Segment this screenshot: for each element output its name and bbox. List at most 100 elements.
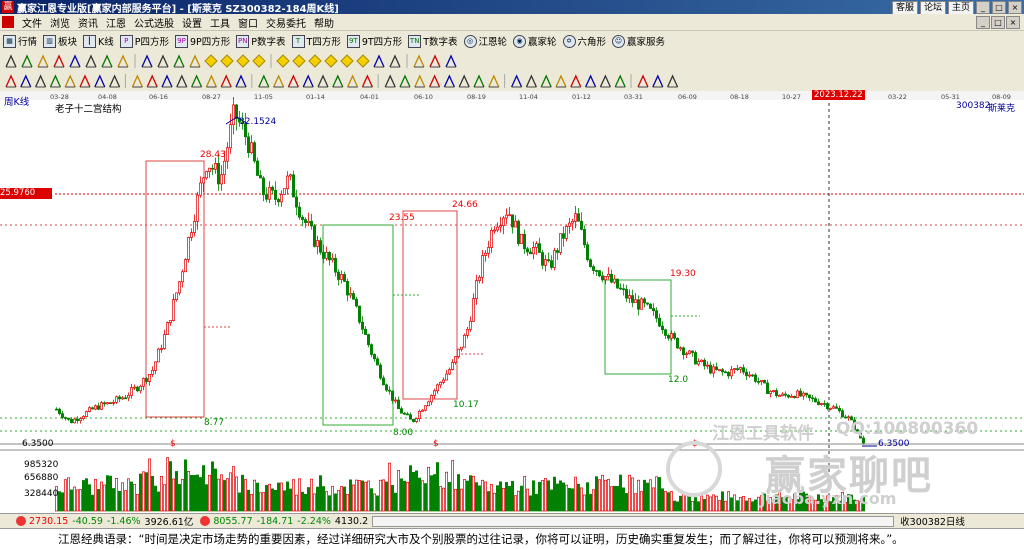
menu-help[interactable]: 帮助 bbox=[310, 15, 338, 30]
child-restore-button[interactable]: □ bbox=[991, 16, 1005, 29]
candle-body bbox=[214, 163, 217, 170]
link-kefu[interactable]: 客服 bbox=[891, 1, 918, 15]
candle-body bbox=[100, 402, 103, 410]
volume-bar bbox=[253, 479, 256, 512]
volume-bar bbox=[511, 480, 514, 512]
candle-body bbox=[607, 274, 610, 277]
volume-bar bbox=[316, 486, 319, 512]
volume-bar bbox=[712, 494, 715, 512]
menu-trade[interactable]: 交易委托 bbox=[262, 15, 310, 30]
volume-bar bbox=[517, 490, 520, 512]
volume-bar bbox=[646, 482, 649, 512]
volume-bar bbox=[601, 474, 604, 512]
candle-body bbox=[343, 274, 346, 282]
candle-body bbox=[61, 413, 64, 418]
draw-tool-icon bbox=[361, 74, 373, 88]
volume-bar bbox=[364, 481, 367, 512]
tool-t-square[interactable]: T T四方形 bbox=[289, 34, 344, 48]
draw-tool-icon bbox=[69, 54, 81, 68]
date-tick: 10-27 bbox=[782, 93, 801, 101]
child-window-buttons: _ □ × bbox=[976, 16, 1020, 29]
diamond-tool-icon bbox=[276, 54, 290, 68]
child-close-button[interactable]: × bbox=[1006, 16, 1020, 29]
tool-quote-label: 行情 bbox=[18, 37, 38, 48]
close-button[interactable]: × bbox=[1008, 1, 1022, 14]
drawing-tools-row-2[interactable] bbox=[0, 71, 1024, 91]
candle-body bbox=[793, 395, 796, 398]
tool-9p-square[interactable]: 9P 9P四方形 bbox=[172, 34, 233, 48]
volume-bar bbox=[379, 479, 382, 512]
volume-bar bbox=[112, 488, 115, 512]
drawing-tools-row-1[interactable] bbox=[0, 51, 1024, 71]
candle-body bbox=[769, 391, 772, 394]
volume-bar bbox=[166, 457, 169, 512]
volume-bar bbox=[748, 498, 751, 512]
draw-tool-icon bbox=[20, 74, 32, 88]
volume-bar bbox=[514, 495, 517, 512]
horizontal-scrollbar[interactable] bbox=[372, 515, 895, 527]
draw-tool-icon bbox=[85, 54, 97, 68]
candle-body bbox=[751, 374, 754, 377]
candle-body bbox=[466, 328, 469, 336]
maximize-button[interactable]: □ bbox=[992, 1, 1006, 14]
sz-index[interactable]: 8055.77 bbox=[213, 516, 252, 527]
candle-body bbox=[658, 317, 661, 327]
link-zhuye[interactable]: 主页 bbox=[947, 1, 974, 15]
date-tick: 08-09 bbox=[992, 93, 1011, 101]
sh-index[interactable]: 2730.15 bbox=[29, 516, 68, 527]
volume-bar bbox=[688, 496, 691, 512]
candle-body bbox=[544, 259, 547, 266]
menu-formula[interactable]: 公式选股 bbox=[130, 15, 178, 30]
candle-body bbox=[409, 414, 412, 420]
tool-p-square[interactable]: P P四方形 bbox=[117, 34, 172, 48]
menu-tools[interactable]: 工具 bbox=[206, 15, 234, 30]
candle-body bbox=[553, 250, 556, 268]
menu-file[interactable]: 文件 bbox=[18, 15, 46, 30]
label-8-77: 8.77 bbox=[204, 418, 225, 428]
tool-t-table[interactable]: TN T数字表 bbox=[405, 34, 460, 48]
volume-bar bbox=[727, 491, 730, 512]
menu-settings[interactable]: 设置 bbox=[178, 15, 206, 30]
candle-body bbox=[484, 252, 487, 256]
volume-bar bbox=[718, 500, 721, 512]
menu-news[interactable]: 资讯 bbox=[74, 15, 102, 30]
tool-kline[interactable]: ┃ K线 bbox=[80, 34, 117, 48]
volume-bar bbox=[415, 470, 418, 512]
volume-bar bbox=[109, 475, 112, 512]
kline-chart-panel[interactable]: 03-28 04-08 06-16 08-27 11-05 01-14 04-01 06-10… bbox=[0, 90, 1024, 512]
volume-bar bbox=[544, 478, 547, 512]
tool-sector[interactable]: ▥ 板块 bbox=[40, 34, 80, 48]
tool-p-table[interactable]: PN P数字表 bbox=[233, 34, 288, 48]
candle-body bbox=[397, 399, 400, 410]
tool-9t-square[interactable]: 9T 9T四方形 bbox=[344, 34, 405, 48]
tool-gann-wheel[interactable]: ◎ 江恩轮 bbox=[461, 34, 511, 48]
menu-window[interactable]: 窗口 bbox=[234, 15, 262, 30]
minimize-button[interactable]: _ bbox=[976, 1, 990, 14]
candle-body bbox=[784, 393, 787, 396]
tool-hexagon[interactable]: ✡ 六角形 bbox=[560, 34, 610, 48]
tool-service[interactable]: ☺ 赢家服务 bbox=[609, 34, 668, 48]
candle-body bbox=[532, 247, 535, 255]
candle-body bbox=[109, 402, 112, 404]
label-10-17: 10.17 bbox=[453, 400, 479, 410]
volume-bar bbox=[550, 489, 553, 512]
volume-bar bbox=[724, 500, 727, 512]
menu-browse[interactable]: 浏览 bbox=[46, 15, 74, 30]
candle-body bbox=[364, 328, 367, 335]
watermark-qq: QQ:100800360 bbox=[836, 419, 979, 439]
tool-winner-wheel[interactable]: ◉ 赢家轮 bbox=[510, 34, 560, 48]
volume-bar bbox=[436, 462, 439, 512]
menu-gann[interactable]: 江恩 bbox=[102, 15, 130, 30]
child-minimize-button[interactable]: _ bbox=[976, 16, 990, 29]
candle-body bbox=[592, 266, 595, 271]
volume-bar bbox=[418, 477, 421, 512]
volume-bar bbox=[673, 500, 676, 512]
tool-9p-square-label: 9P四方形 bbox=[190, 37, 231, 48]
tool-quote[interactable]: ▦ 行情 bbox=[0, 34, 40, 48]
draw-tool-icon bbox=[5, 54, 17, 68]
link-luntan[interactable]: 论坛 bbox=[919, 1, 946, 15]
candle-body bbox=[148, 373, 151, 382]
diamond-tool-icon bbox=[204, 54, 218, 68]
volume-bar bbox=[556, 483, 559, 512]
candle-body bbox=[493, 229, 496, 232]
